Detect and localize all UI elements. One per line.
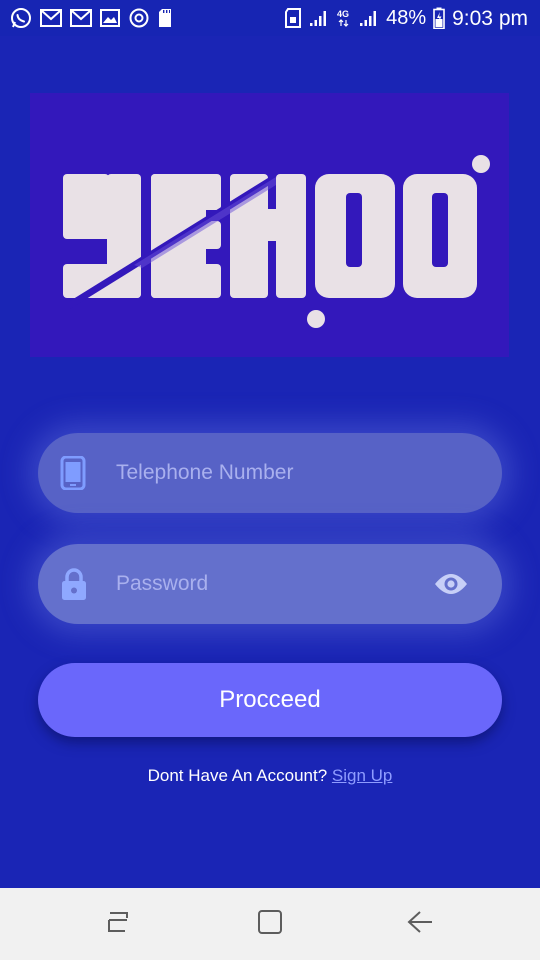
signup-link[interactable]: Sign Up [332, 766, 392, 785]
logo-dot [307, 310, 325, 328]
status-time: 9:03 pm [452, 6, 528, 30]
recent-apps-icon [105, 909, 131, 940]
back-button[interactable] [380, 888, 460, 960]
phone-input[interactable] [116, 433, 416, 513]
sim-icon [284, 8, 302, 28]
network-type-text: 4G [337, 9, 349, 19]
signup-prompt: Dont Have An Account? [147, 766, 328, 785]
recent-apps-button[interactable] [78, 888, 158, 960]
battery-percent: 48% [386, 7, 427, 29]
home-icon [257, 909, 283, 940]
logo-letter-y [63, 174, 141, 298]
logo-wordmark [63, 155, 490, 328]
phone-field[interactable] [38, 433, 502, 513]
password-input[interactable] [116, 544, 416, 624]
proceed-button[interactable]: Procceed [38, 663, 502, 737]
eye-icon[interactable] [434, 544, 468, 624]
home-button[interactable] [230, 888, 310, 960]
logo-letter-k [230, 174, 306, 298]
logo-dot [472, 155, 490, 173]
whatsapp-icon [10, 7, 32, 29]
status-bar-left [10, 7, 172, 29]
sync-icon [128, 7, 150, 29]
gmail-icon [70, 9, 92, 27]
lock-icon [60, 544, 88, 624]
network-type-label: 4G [336, 8, 352, 28]
signal-icon [309, 9, 329, 27]
status-bar: 4G 48% 9:03 pm [0, 0, 540, 36]
password-field[interactable] [38, 544, 502, 624]
back-icon [406, 909, 434, 940]
sd-card-icon [158, 8, 172, 28]
signal-icon [359, 9, 379, 27]
status-bar-right: 4G 48% 9:03 pm [284, 7, 528, 29]
signup-row: Dont Have An Account? Sign Up [0, 766, 540, 786]
app-logo [30, 93, 509, 357]
phone-icon [60, 433, 86, 513]
gallery-icon [100, 9, 120, 27]
navigation-bar [0, 888, 540, 960]
gmail-icon [40, 9, 62, 27]
battery-icon [433, 7, 445, 29]
